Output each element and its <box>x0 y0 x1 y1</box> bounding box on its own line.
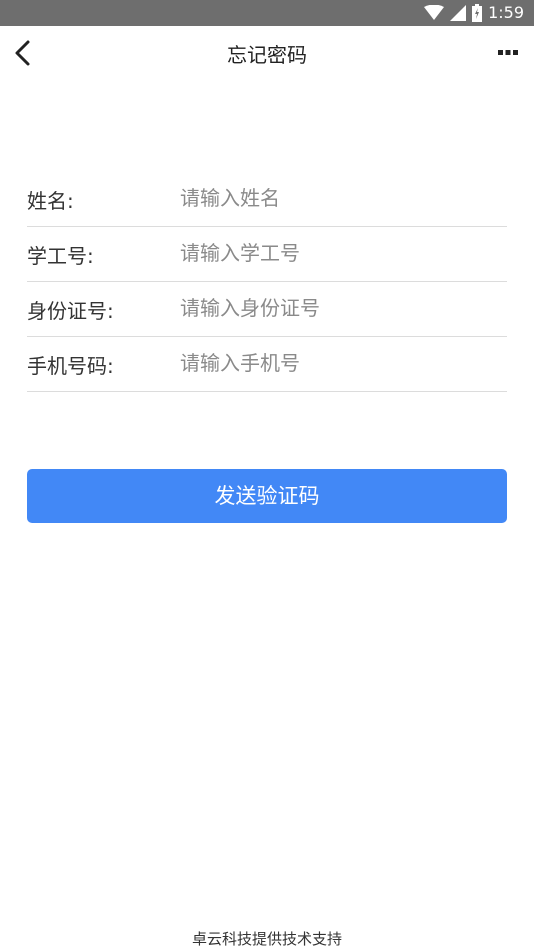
wifi-icon <box>424 5 445 20</box>
name-row: 姓名: <box>27 172 507 227</box>
status-bar: 1:59 <box>0 0 534 26</box>
more-dots-icon <box>498 50 518 55</box>
cell-signal-icon <box>450 5 467 21</box>
more-button[interactable] <box>496 42 520 62</box>
phone-label: 手机号码: <box>27 354 114 378</box>
status-icons: 1:59 <box>424 3 524 23</box>
status-time: 1:59 <box>488 3 524 22</box>
id-card-input[interactable] <box>180 292 500 324</box>
id-card-label: 身份证号: <box>27 299 114 323</box>
app-header: 忘记密码 <box>0 26 534 80</box>
name-input[interactable] <box>180 182 500 214</box>
phone-input[interactable] <box>180 347 500 379</box>
footer-credit: 卓云科技提供技术支持 <box>191 930 342 948</box>
staff-id-input[interactable] <box>180 237 500 269</box>
forgot-password-form: 姓名: 学工号: 身份证号: 手机号码: <box>27 172 507 392</box>
staff-id-row: 学工号: <box>27 227 507 282</box>
name-label: 姓名: <box>27 189 74 213</box>
battery-charging-icon <box>472 4 483 22</box>
staff-id-label: 学工号: <box>27 244 94 268</box>
send-verification-code-button[interactable]: 发送验证码 <box>27 469 507 523</box>
page-title: 忘记密码 <box>227 43 307 67</box>
phone-row: 手机号码: <box>27 337 507 392</box>
id-card-row: 身份证号: <box>27 282 507 337</box>
